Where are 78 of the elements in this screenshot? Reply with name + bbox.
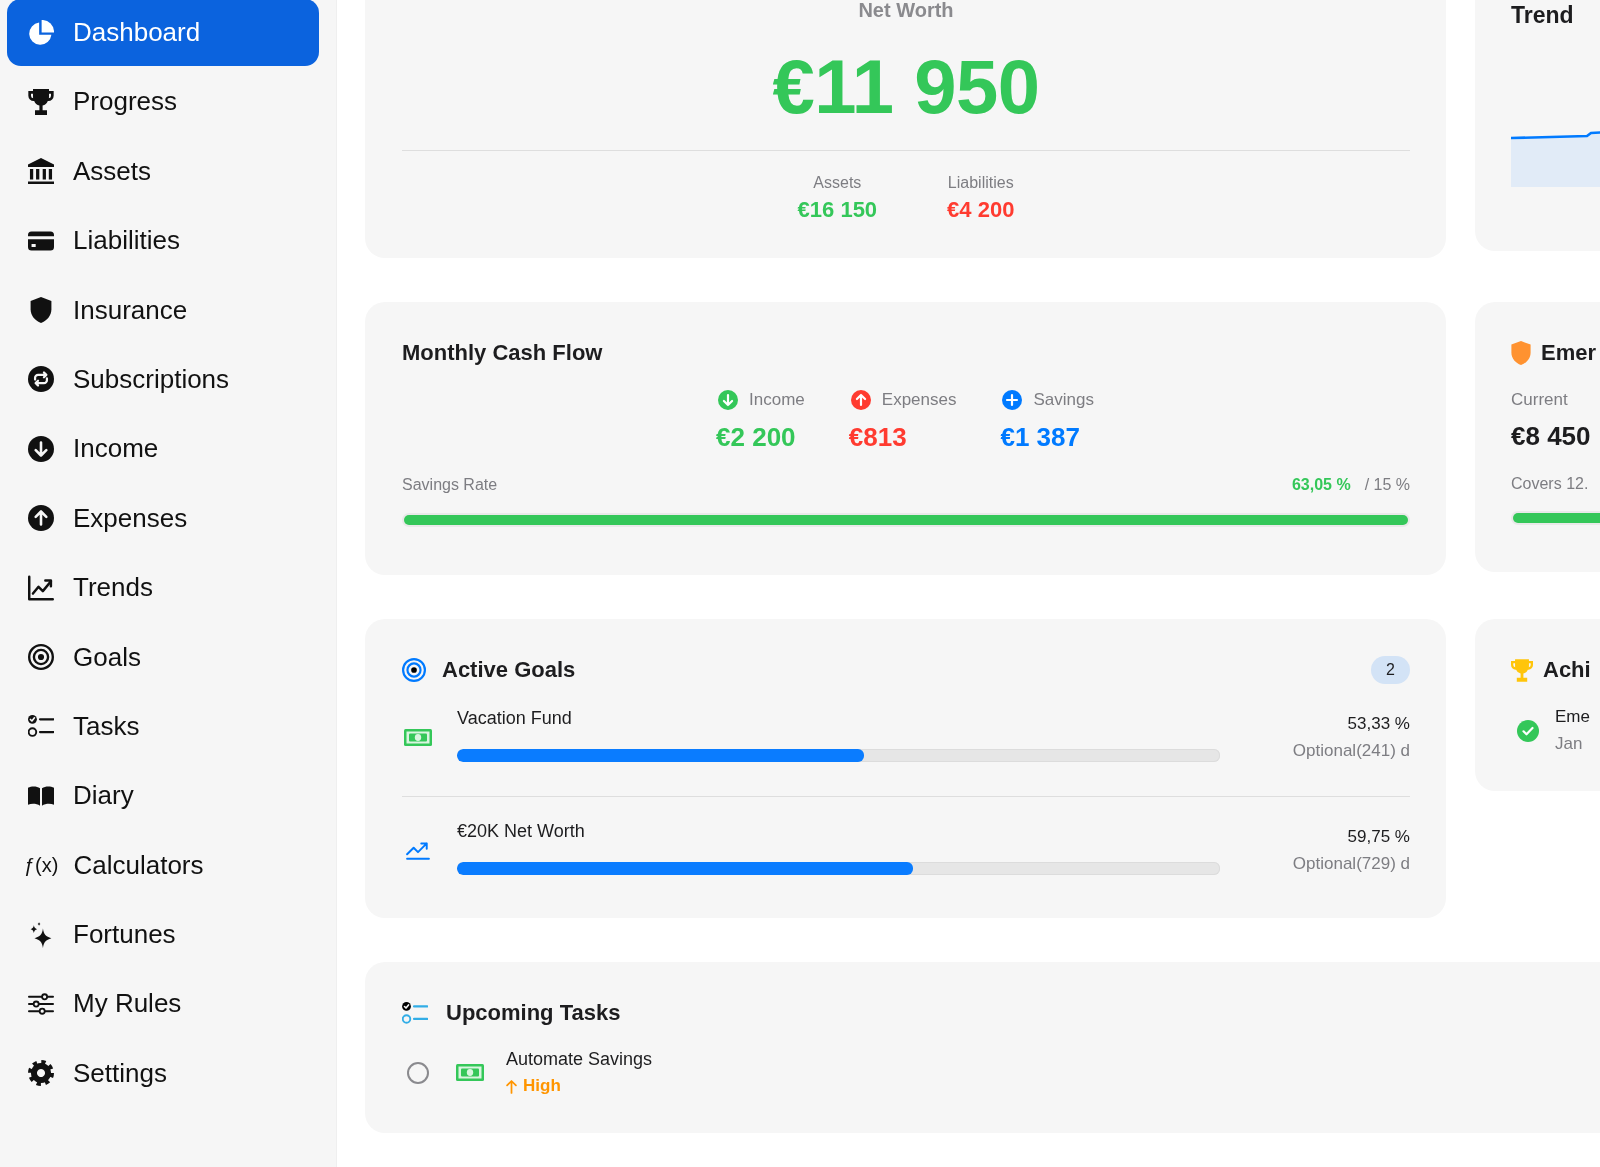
target-icon [28,644,54,670]
sidebar-item[interactable]: Goals [7,623,319,691]
coverage-text: Covers 12. [1511,474,1590,494]
sparkles-icon [28,921,54,948]
sidebar-item[interactable]: Subscriptions [7,345,319,413]
summary-label: Assets [813,173,862,193]
sidebar-item[interactable]: Dashboard [7,0,319,66]
shield-icon [28,297,54,324]
target-icon [402,658,426,682]
task-checkbox[interactable] [407,1061,429,1084]
summary-amount: €4 200 [947,197,1015,223]
line-chart-icon [406,840,430,860]
current-label: Current [1511,389,1569,411]
savings-rate-value: 63,05 % [1291,476,1351,494]
sidebar-item[interactable]: My Rules [7,970,319,1038]
stat-label: Savings [1033,389,1094,411]
check-circle-icon [1517,719,1539,742]
checklist-icon [402,1002,428,1024]
achievement-title: Eme [1555,706,1590,728]
stat-label: Expenses [881,389,957,411]
sidebar-item[interactable]: Progress [7,68,319,136]
bank-icon [28,158,54,185]
sidebar-item[interactable]: Assets [7,137,319,205]
current-amount: €8 450 [1511,420,1592,452]
sidebar-item[interactable]: Income [7,415,319,483]
net-worth-amount: €11 950 [771,45,1041,129]
card-title: Net Worth [857,0,955,22]
goal-name: €20K Net Worth [457,820,586,843]
sidebar-item[interactable]: Fortunes [7,901,319,969]
sidebar-item[interactable]: Insurance [7,276,319,344]
goal-deadline: Optional(241) d [1291,740,1410,762]
card-title: Achi [1543,656,1591,684]
line-chart-icon [28,574,54,601]
sidebar-item[interactable]: Liabilities [7,207,319,275]
savings-rate-label: Savings Rate [402,476,498,494]
sidebar-item[interactable]: ƒ(x) Calculators [7,831,319,899]
goal-percent: 59,75 % [1346,826,1410,848]
sidebar-item[interactable]: Expenses [7,484,319,552]
banknote-icon [404,728,432,746]
checklist-icon [28,713,54,740]
achievement-date: Jan [1555,733,1584,755]
priority-label: High [523,1076,561,1096]
sidebar-item[interactable]: Diary [7,762,319,830]
pie-chart-icon [28,19,54,46]
stat-label: Income [749,389,805,411]
trophy-icon [1511,658,1533,682]
card-title: Upcoming Tasks [446,999,621,1027]
goal-percent: 53,33 % [1346,713,1410,735]
card-title: Active Goals [442,656,576,684]
arrow-up-circle-icon [850,390,871,410]
card-title: Trend [1511,1,1575,29]
card-title: Emer [1541,339,1597,367]
arrow-up-icon [506,1078,517,1094]
arrow-up-circle-icon [28,505,54,532]
stat-amount: €1 387 [1000,421,1081,453]
sidebar-item[interactable]: Tasks [7,692,319,760]
summary-amount: €16 150 [797,197,878,223]
savings-rate-target: / 15 % [1364,476,1410,494]
banknote-icon [456,1064,484,1081]
goal-name: Vacation Fund [457,707,573,730]
stat-amount: €813 [848,421,908,453]
trophy-icon [28,88,54,115]
stat-amount: €2 200 [716,421,797,453]
settings-icon [28,1060,54,1087]
card-title: Monthly Cash Flow [402,339,604,367]
goal-deadline: Optional(729) d [1291,853,1410,875]
sliders-icon [28,990,54,1017]
arrow-down-circle-icon [718,390,739,410]
plus-circle-icon [1002,390,1023,410]
summary-label: Liabilities [947,173,1014,193]
function-icon: ƒ(x) [24,852,59,879]
arrow-down-circle-icon [28,435,54,462]
sidebar-item[interactable]: Trends [7,554,319,622]
count-badge: 2 [1371,656,1410,684]
sidebar-item[interactable]: Settings [7,1039,319,1107]
repeat-icon [28,366,54,393]
shield-icon [1511,341,1531,365]
task-title: Automate Savings [506,1048,653,1071]
